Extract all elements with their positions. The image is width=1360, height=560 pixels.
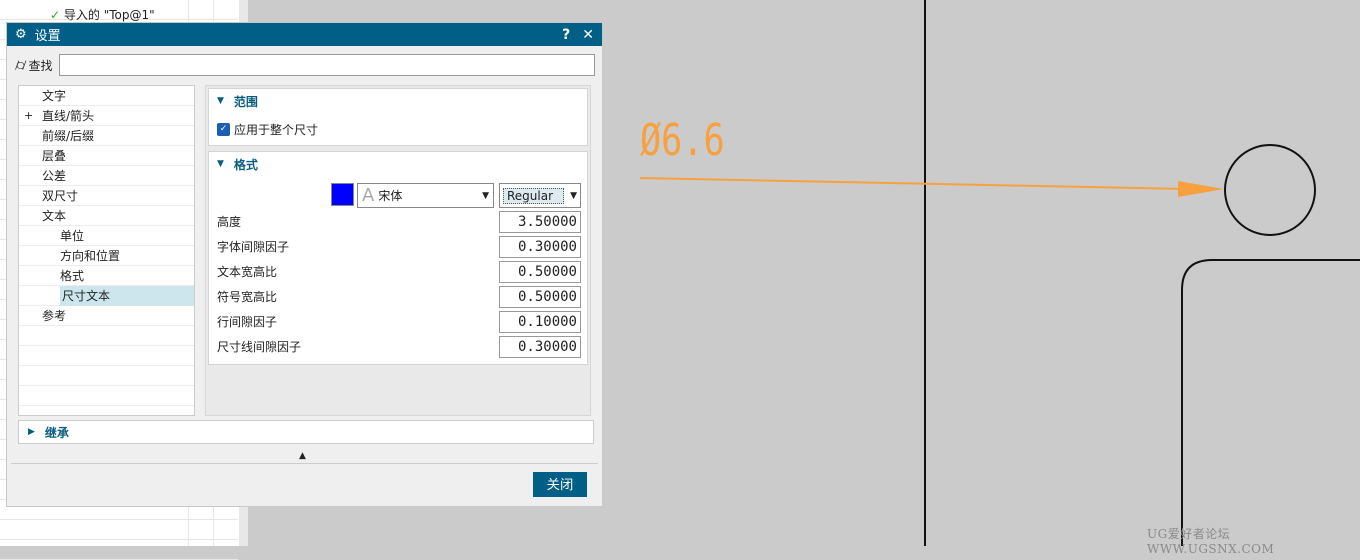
navigator-item[interactable]: ✓ 导入的 "Top@1": [50, 6, 155, 23]
tree-item[interactable]: + 直线/箭头: [19, 106, 194, 126]
binoculars-icon: ⌭: [15, 55, 27, 74]
tree-item[interactable]: 方向和位置: [19, 246, 194, 266]
expand-triangle-icon: ▶: [28, 427, 35, 437]
collapse-more-icon[interactable]: ▲: [299, 451, 306, 461]
tree-item[interactable]: 单位: [19, 226, 194, 246]
font-value: 宋体: [378, 189, 403, 203]
field-input[interactable]: 3.50000: [499, 211, 581, 233]
scope-title: 范围: [233, 94, 258, 109]
dialog-title: 设置: [34, 29, 61, 44]
scope-group: ▼ 范围 ✓ 应用于整个尺寸: [208, 88, 588, 146]
tree-item-label: 尺寸文本: [60, 286, 194, 306]
style-dropdown[interactable]: Regular ▼: [499, 183, 581, 208]
chevron-down-icon: ▼: [482, 190, 489, 201]
tree-item[interactable]: 文本: [19, 206, 194, 226]
inherit-title: 继承: [44, 425, 69, 440]
tree-item[interactable]: 双尺寸: [19, 186, 194, 206]
divider: [11, 463, 598, 464]
find-input[interactable]: [58, 54, 595, 76]
hole-circle: [1224, 144, 1316, 236]
font-icon: A: [362, 185, 375, 206]
field-label: 行间隙因子: [217, 315, 278, 329]
format-group: ▼ 格式 A 宋体 ▼ Regular ▼ 高度 3.50000 字体间隙因子 0.30…: [208, 151, 588, 365]
chevron-down-icon: ▼: [570, 190, 577, 201]
tree-item-label: 前缀/后缀: [42, 129, 95, 143]
field-input[interactable]: 0.30000: [499, 236, 581, 258]
format-header[interactable]: ▼ 格式: [209, 152, 587, 176]
navigator-row[interactable]: [0, 520, 238, 540]
tree-item[interactable]: 尺寸文本: [19, 286, 194, 306]
tree-item[interactable]: 公差: [19, 166, 194, 186]
check-icon: ✓: [50, 8, 61, 22]
apply-checkbox[interactable]: ✓: [217, 123, 230, 136]
tree-item-label: 直线/箭头: [42, 109, 95, 123]
collapse-triangle-icon: ▼: [217, 159, 224, 169]
close-button[interactable]: 关闭: [533, 472, 587, 497]
tree-item-label: 方向和位置: [60, 249, 121, 263]
tree-item-label: 层叠: [42, 149, 67, 163]
tree-item[interactable]: 参考: [19, 306, 194, 326]
tree-item[interactable]: 格式: [19, 266, 194, 286]
tree-item[interactable]: 文字: [19, 86, 194, 106]
style-value: Regular: [503, 187, 565, 204]
tree-item-label: 公差: [42, 169, 67, 183]
tree-item[interactable]: 前缀/后缀: [19, 126, 194, 146]
tree-item-label: 单位: [60, 229, 85, 243]
find-label: 查找: [28, 58, 53, 73]
format-title: 格式: [233, 157, 258, 172]
collapse-triangle-icon: ▼: [217, 96, 224, 106]
watermark: UG爱好者论坛 WWW.UGSNX.COM: [1147, 527, 1275, 556]
field-input[interactable]: 0.50000: [499, 286, 581, 308]
tree-item-label: 参考: [42, 309, 67, 323]
expand-icon[interactable]: +: [24, 106, 33, 126]
tree-item-label: 双尺寸: [42, 189, 79, 203]
tree-item-label: 文本: [42, 209, 67, 223]
tree-item-label: 格式: [60, 269, 85, 283]
navigator-item-label: 导入的 "Top@1": [63, 8, 155, 22]
leader-line: [639, 177, 1189, 190]
gear-icon: ⚙: [15, 27, 27, 42]
tree-empty-row: [19, 366, 194, 386]
tree-empty-row: [19, 346, 194, 366]
color-swatch[interactable]: [331, 183, 354, 206]
font-dropdown[interactable]: A 宋体 ▼: [357, 183, 494, 208]
close-icon[interactable]: ✕: [582, 27, 594, 43]
dialog-titlebar[interactable]: ⚙ 设置 ? ✕: [7, 23, 602, 46]
tree-item[interactable]: 层叠: [19, 146, 194, 166]
field-label: 高度: [217, 215, 242, 229]
settings-tree: 文字 + 直线/箭头前缀/后缀层叠公差双尺寸文本单位方向和位置格式尺寸文本参考: [18, 85, 195, 416]
field-label: 文本宽高比: [217, 265, 278, 279]
arrowhead: [1178, 181, 1224, 197]
field-label: 符号宽高比: [217, 290, 278, 304]
settings-dialog: ⚙ 设置 ? ✕ ⌭ 查找 文字 + 直线/箭头前缀/后缀层叠公差双尺寸文本单位方向…: [6, 22, 603, 507]
tree-empty-row: [19, 386, 194, 406]
field-input[interactable]: 0.10000: [499, 311, 581, 333]
inherit-group-header[interactable]: ▶ 继承: [18, 420, 594, 444]
dimension-text[interactable]: Ø6.6: [640, 115, 725, 166]
tree-item-label: 文字: [42, 89, 67, 103]
part-outline: [1181, 259, 1360, 546]
field-input[interactable]: 0.30000: [499, 336, 581, 358]
apply-label: 应用于整个尺寸: [234, 123, 319, 137]
field-label: 尺寸线间隙因子: [217, 340, 302, 354]
field-label: 字体间隙因子: [217, 240, 290, 254]
field-input[interactable]: 0.50000: [499, 261, 581, 283]
navigator-row[interactable]: [0, 540, 238, 560]
scope-header[interactable]: ▼ 范围: [209, 89, 587, 113]
tree-empty-row: [19, 326, 194, 346]
help-button[interactable]: ?: [562, 27, 570, 43]
